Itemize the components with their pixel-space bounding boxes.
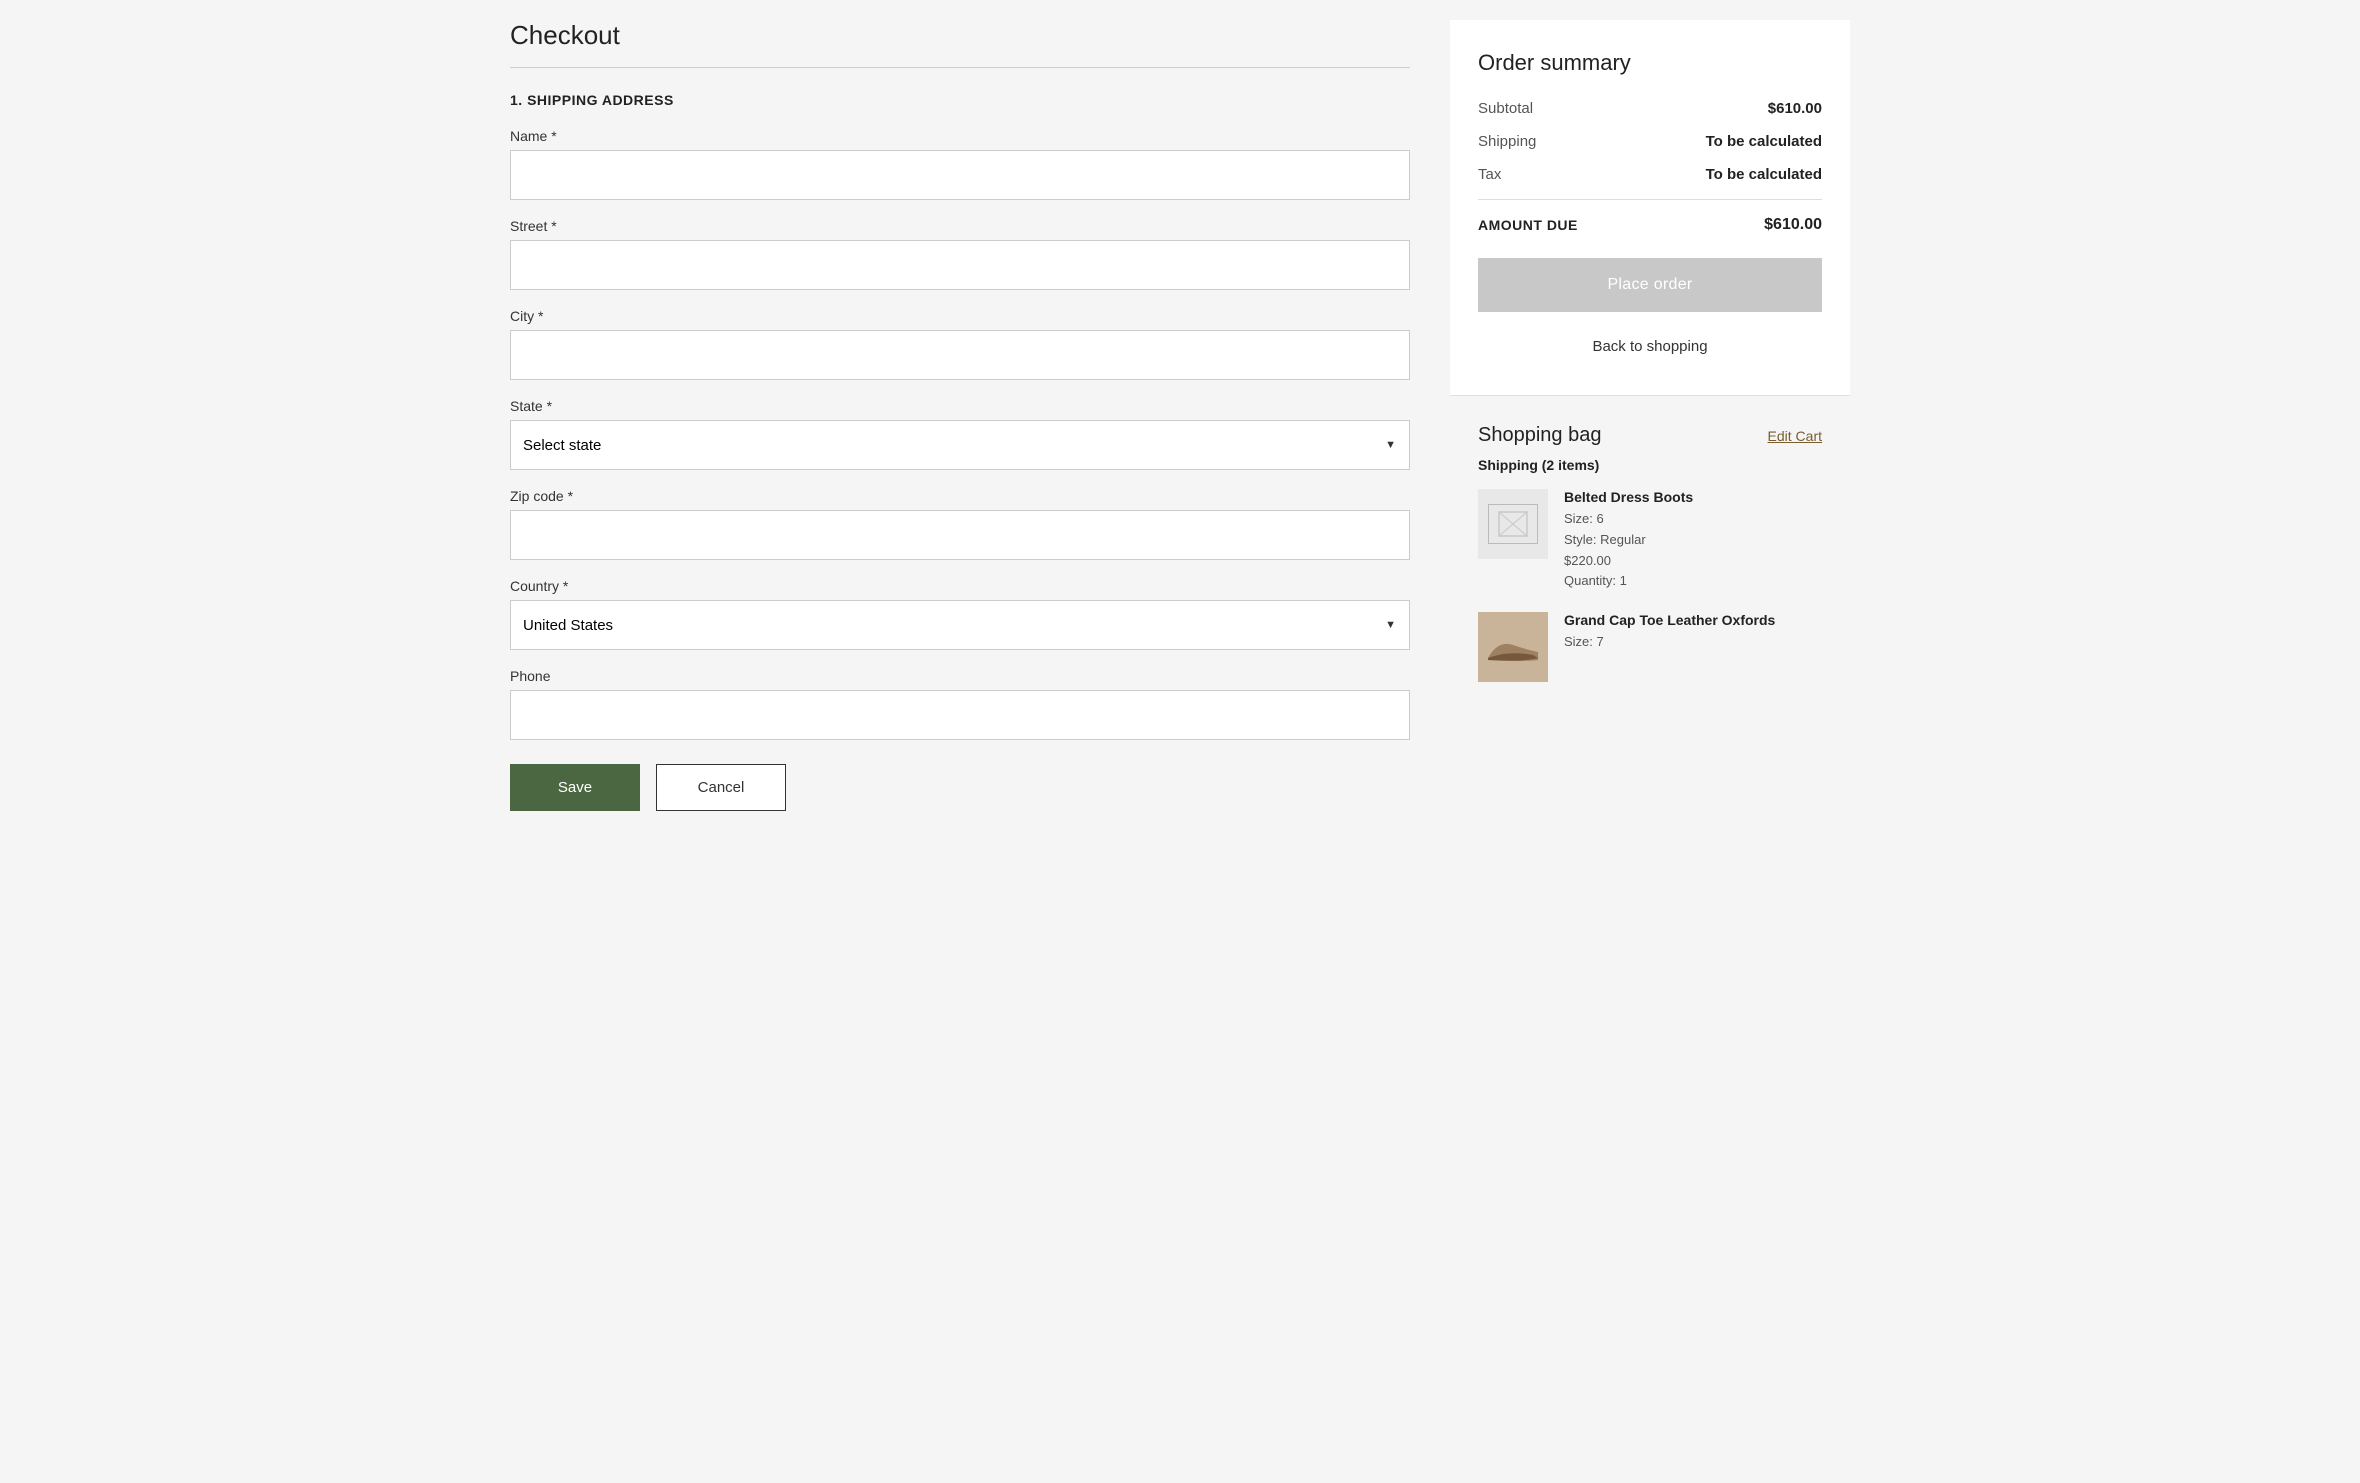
tax-row: Tax To be calculated (1478, 166, 1822, 183)
city-field-group: City * (510, 308, 1410, 380)
phone-field-group: Phone (510, 668, 1410, 740)
cart-item-2-name: Grand Cap Toe Leather Oxfords (1564, 612, 1822, 628)
phone-label: Phone (510, 668, 1410, 684)
country-field-group: Country * United States Canada United Ki… (510, 578, 1410, 650)
header-divider (510, 67, 1410, 68)
city-input[interactable] (510, 330, 1410, 380)
section-title: 1. SHIPPING ADDRESS (510, 92, 1410, 108)
cart-item-1-name: Belted Dress Boots (1564, 489, 1822, 505)
shipping-items-label: Shipping (2 items) (1478, 457, 1822, 473)
tax-label: Tax (1478, 166, 1501, 183)
city-label: City * (510, 308, 1410, 324)
place-order-button[interactable]: Place order (1478, 258, 1822, 312)
edit-cart-button[interactable]: Edit Cart (1768, 428, 1822, 444)
page-title: Checkout (510, 20, 1410, 51)
shipping-value: To be calculated (1706, 133, 1822, 150)
tax-value: To be calculated (1706, 166, 1822, 183)
street-field-group: Street * (510, 218, 1410, 290)
image-placeholder-1 (1488, 504, 1538, 544)
subtotal-label: Subtotal (1478, 100, 1533, 117)
zip-label: Zip code * (510, 488, 1410, 504)
cart-item-1-image (1478, 489, 1548, 559)
name-label: Name * (510, 128, 1410, 144)
cart-item-2-info: Size: 7 (1564, 632, 1822, 653)
cart-item-1-details: Belted Dress Boots Size: 6 Style: Regula… (1564, 489, 1822, 592)
state-select[interactable]: Select state Alabama Alaska Arizona Cali… (510, 420, 1410, 470)
state-select-wrapper: Select state Alabama Alaska Arizona Cali… (510, 420, 1410, 470)
shopping-bag-header: Shopping bag Edit Cart (1478, 424, 1822, 447)
shopping-bag-title: Shopping bag (1478, 424, 1601, 447)
subtotal-value: $610.00 (1768, 100, 1822, 117)
order-summary-title: Order summary (1478, 50, 1822, 76)
order-summary-card: Order summary Subtotal $610.00 Shipping … (1450, 20, 1850, 395)
street-label: Street * (510, 218, 1410, 234)
cart-item-1: Belted Dress Boots Size: 6 Style: Regula… (1478, 489, 1822, 592)
street-input[interactable] (510, 240, 1410, 290)
back-to-shopping-link[interactable]: Back to shopping (1478, 328, 1822, 365)
summary-divider (1478, 199, 1822, 200)
sidebar: Order summary Subtotal $610.00 Shipping … (1450, 20, 1850, 1463)
form-button-row: Save Cancel (510, 764, 1410, 811)
zip-input[interactable] (510, 510, 1410, 560)
country-select[interactable]: United States Canada United Kingdom (510, 600, 1410, 650)
cart-item-2: Grand Cap Toe Leather Oxfords Size: 7 (1478, 612, 1822, 682)
state-field-group: State * Select state Alabama Alaska Ariz… (510, 398, 1410, 470)
name-input[interactable] (510, 150, 1410, 200)
zip-field-group: Zip code * (510, 488, 1410, 560)
amount-due-row: AMOUNT DUE $610.00 (1478, 216, 1822, 234)
shopping-bag-card: Shopping bag Edit Cart Shipping (2 items… (1450, 395, 1850, 730)
cart-item-2-image (1478, 612, 1548, 682)
country-select-wrapper: United States Canada United Kingdom (510, 600, 1410, 650)
subtotal-row: Subtotal $610.00 (1478, 100, 1822, 117)
cancel-button[interactable]: Cancel (656, 764, 786, 811)
shipping-label: Shipping (1478, 133, 1536, 150)
shipping-row: Shipping To be calculated (1478, 133, 1822, 150)
amount-due-label: AMOUNT DUE (1478, 217, 1578, 233)
save-button[interactable]: Save (510, 764, 640, 811)
cart-item-1-info: Size: 6 Style: Regular $220.00 Quantity:… (1564, 509, 1822, 592)
cart-item-2-details: Grand Cap Toe Leather Oxfords Size: 7 (1564, 612, 1822, 682)
amount-due-value: $610.00 (1764, 216, 1822, 234)
name-field-group: Name * (510, 128, 1410, 200)
phone-input[interactable] (510, 690, 1410, 740)
state-label: State * (510, 398, 1410, 414)
country-label: Country * (510, 578, 1410, 594)
